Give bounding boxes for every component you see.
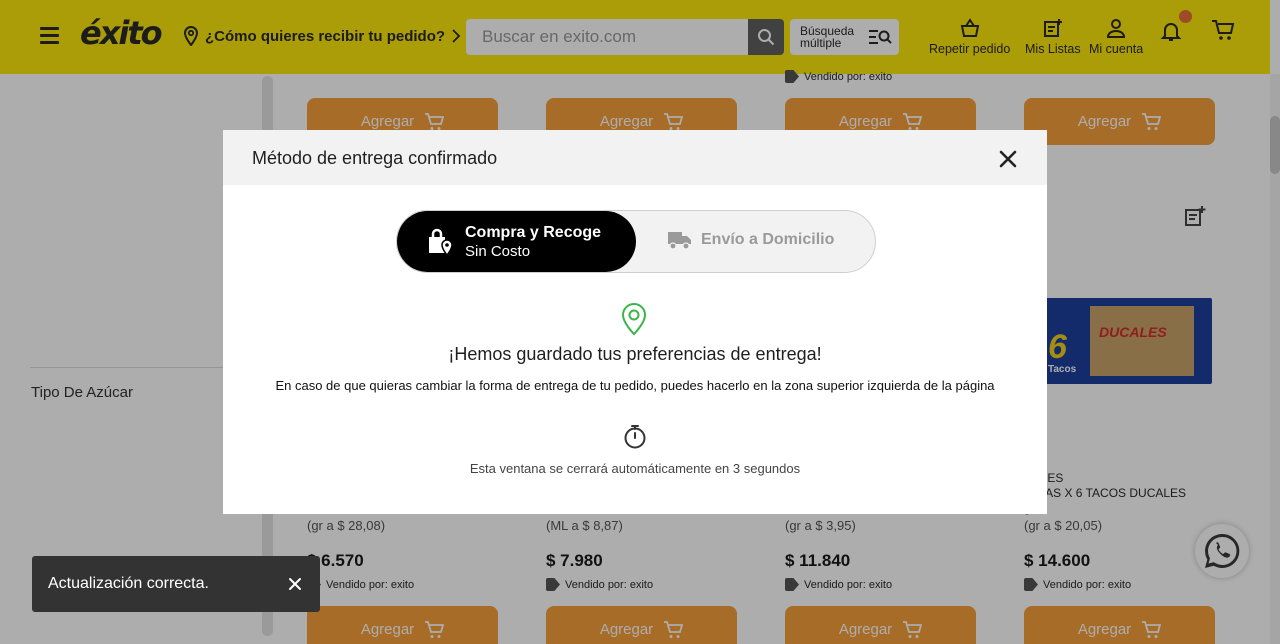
location-pin-icon <box>621 302 647 336</box>
stopwatch-icon <box>624 425 646 449</box>
pickup-bag-icon <box>429 228 453 256</box>
close-icon[interactable] <box>998 149 1018 169</box>
close-icon[interactable] <box>288 577 302 591</box>
pickup-option-text: Compra y Recoge Sin Costo <box>465 223 601 261</box>
delivery-method-toggle: Compra y Recoge Sin Costo Envío a Domici… <box>396 210 876 273</box>
confirmation-heading: ¡Hemos guardado tus preferencias de entr… <box>448 344 822 364</box>
pickup-option-title: Compra y Recoge <box>465 223 602 241</box>
delivery-confirmed-modal: Método de entrega confirmado Compra y Re… <box>223 130 1047 514</box>
auto-close-notice: Esta ventana se cerrará automáticamente … <box>469 461 801 476</box>
pickup-option-subtitle: Sin Costo <box>465 242 531 260</box>
delivery-truck-icon <box>668 232 691 250</box>
home-delivery-option[interactable]: Envío a Domicilio <box>667 229 834 251</box>
modal-header: Método de entrega confirmado <box>223 130 1047 185</box>
home-delivery-label: Envío a Domicilio <box>701 231 835 248</box>
success-toast: Actualización correcta. <box>32 556 320 612</box>
pickup-option[interactable]: Compra y Recoge Sin Costo <box>397 211 636 272</box>
confirmation-text: En caso de que quieras cambiar la forma … <box>275 378 995 393</box>
modal-title: Método de entrega confirmado <box>252 148 498 168</box>
toast-message: Actualización correcta. <box>48 575 209 592</box>
